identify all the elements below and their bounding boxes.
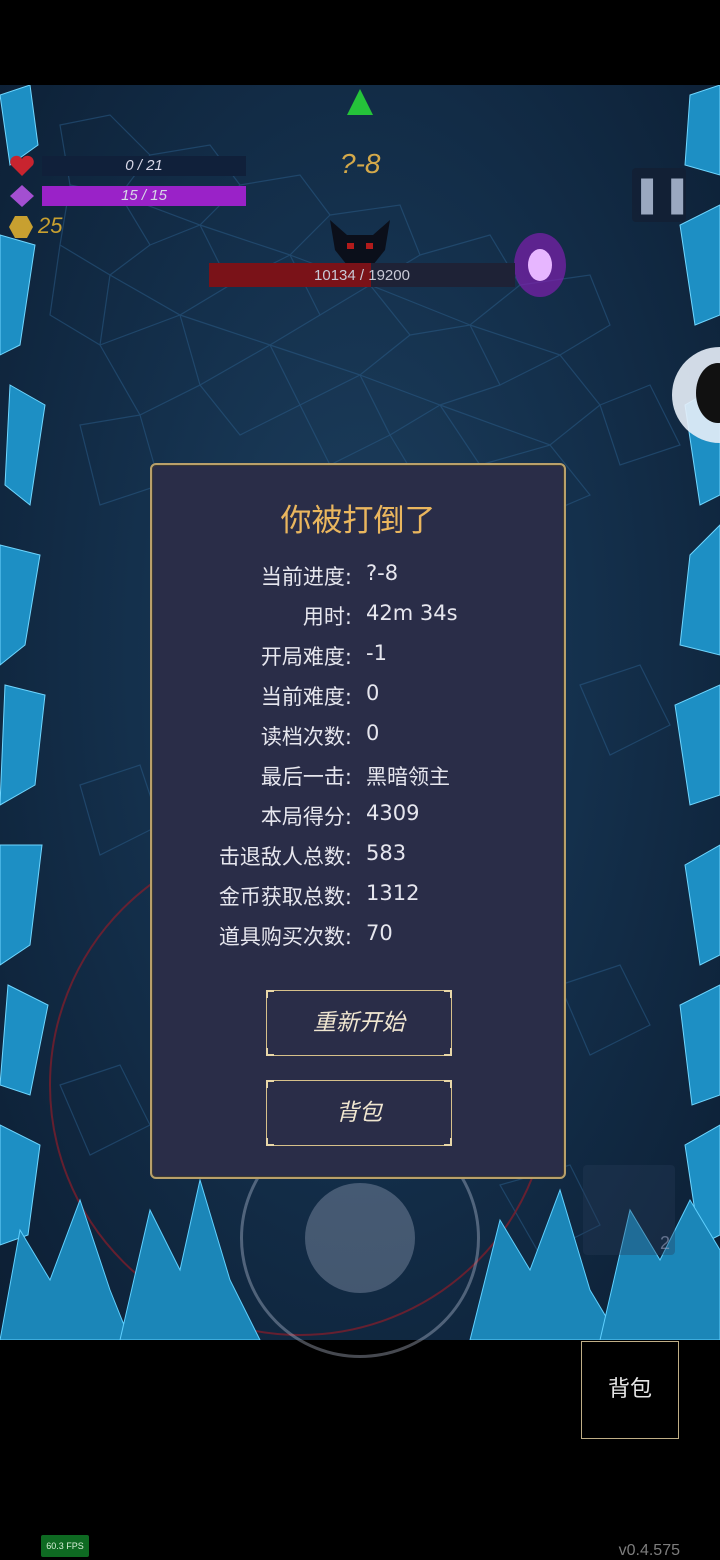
stat-value: 42m 34s — [366, 601, 458, 625]
stat-label: 当前进度: — [260, 565, 352, 589]
bag-button[interactable]: 背包 — [266, 1080, 452, 1146]
exit-arrow-icon — [347, 89, 373, 115]
dark-lord-boss-icon — [330, 220, 390, 265]
hp-text: 0 / 21 — [125, 157, 163, 174]
stat-value: ?-8 — [366, 561, 399, 585]
stat-row: 最后一击: 黑暗领主 — [152, 761, 564, 801]
stat-row: 击退敌人总数: 583 — [152, 841, 564, 881]
stat-label: 击退敌人总数: — [218, 845, 352, 869]
stat-row: 用时: 42m 34s — [152, 601, 564, 641]
restart-label: 重新开始 — [313, 1010, 405, 1036]
boss-hp-text: 10134 / 19200 — [314, 267, 410, 284]
mana-bar: 15 / 15 — [42, 186, 246, 206]
stat-value: 0 — [366, 721, 380, 745]
stat-label: 用时: — [302, 605, 352, 629]
stat-value: 0 — [366, 681, 380, 705]
dialog-title: 你被打倒了 — [280, 503, 436, 539]
heart-icon — [10, 155, 34, 176]
mana-text: 15 / 15 — [121, 187, 167, 204]
stat-label: 开局难度: — [260, 645, 352, 669]
stat-row: 开局难度: -1 — [152, 641, 564, 681]
inventory-button[interactable]: 背包 — [581, 1341, 679, 1439]
defeat-dialog: 你被打倒了 当前进度: ?-8 用时: 42m 34s 开局难度: -1 当前难… — [150, 463, 566, 1179]
stat-row: 当前难度: 0 — [152, 681, 564, 721]
stat-row: 当前进度: ?-8 — [152, 561, 564, 601]
stat-row: 金币获取总数: 1312 — [152, 881, 564, 921]
fps-counter: 60.3 FPS — [41, 1535, 89, 1557]
stat-row: 读档次数: 0 — [152, 721, 564, 761]
stat-value: 1312 — [366, 881, 420, 905]
stat-row: 道具购买次数: 70 — [152, 921, 564, 961]
stat-label: 道具购买次数: — [218, 925, 352, 949]
inventory-label: 背包 — [607, 1377, 652, 1402]
stage-label: ?-8 — [340, 148, 381, 179]
boss-hp-bar: 10134 / 19200 — [209, 263, 515, 287]
pause-icon: ❚❚ — [632, 174, 693, 215]
restart-button[interactable]: 重新开始 — [266, 990, 452, 1056]
stat-label: 最后一击: — [260, 765, 352, 789]
gold-coin-icon — [9, 216, 33, 238]
stat-value: 4309 — [366, 801, 420, 825]
pause-button[interactable]: ❚❚ — [632, 168, 692, 222]
stat-value: -1 — [366, 641, 387, 665]
penguin-float-icon[interactable] — [670, 345, 720, 445]
stat-value: 70 — [366, 921, 393, 945]
version-label: v0.4.575 — [618, 1542, 680, 1559]
stat-label: 读档次数: — [260, 725, 352, 749]
skill-count: 2 — [659, 1233, 670, 1253]
stat-label: 金币获取总数: — [218, 885, 352, 909]
stat-value: 黑暗领主 — [366, 765, 450, 789]
stat-label: 当前难度: — [260, 685, 352, 709]
mana-gem-icon — [10, 185, 34, 207]
stat-value: 583 — [366, 841, 407, 865]
bag-label: 背包 — [336, 1100, 382, 1126]
stat-row: 本局得分: 4309 — [152, 801, 564, 841]
gold-count: 25 — [38, 213, 63, 238]
magic-portal-icon — [514, 233, 566, 297]
stat-label: 本局得分: — [260, 805, 352, 829]
hp-bar: 0 / 21 — [42, 156, 246, 176]
joystick-knob[interactable] — [305, 1183, 415, 1293]
